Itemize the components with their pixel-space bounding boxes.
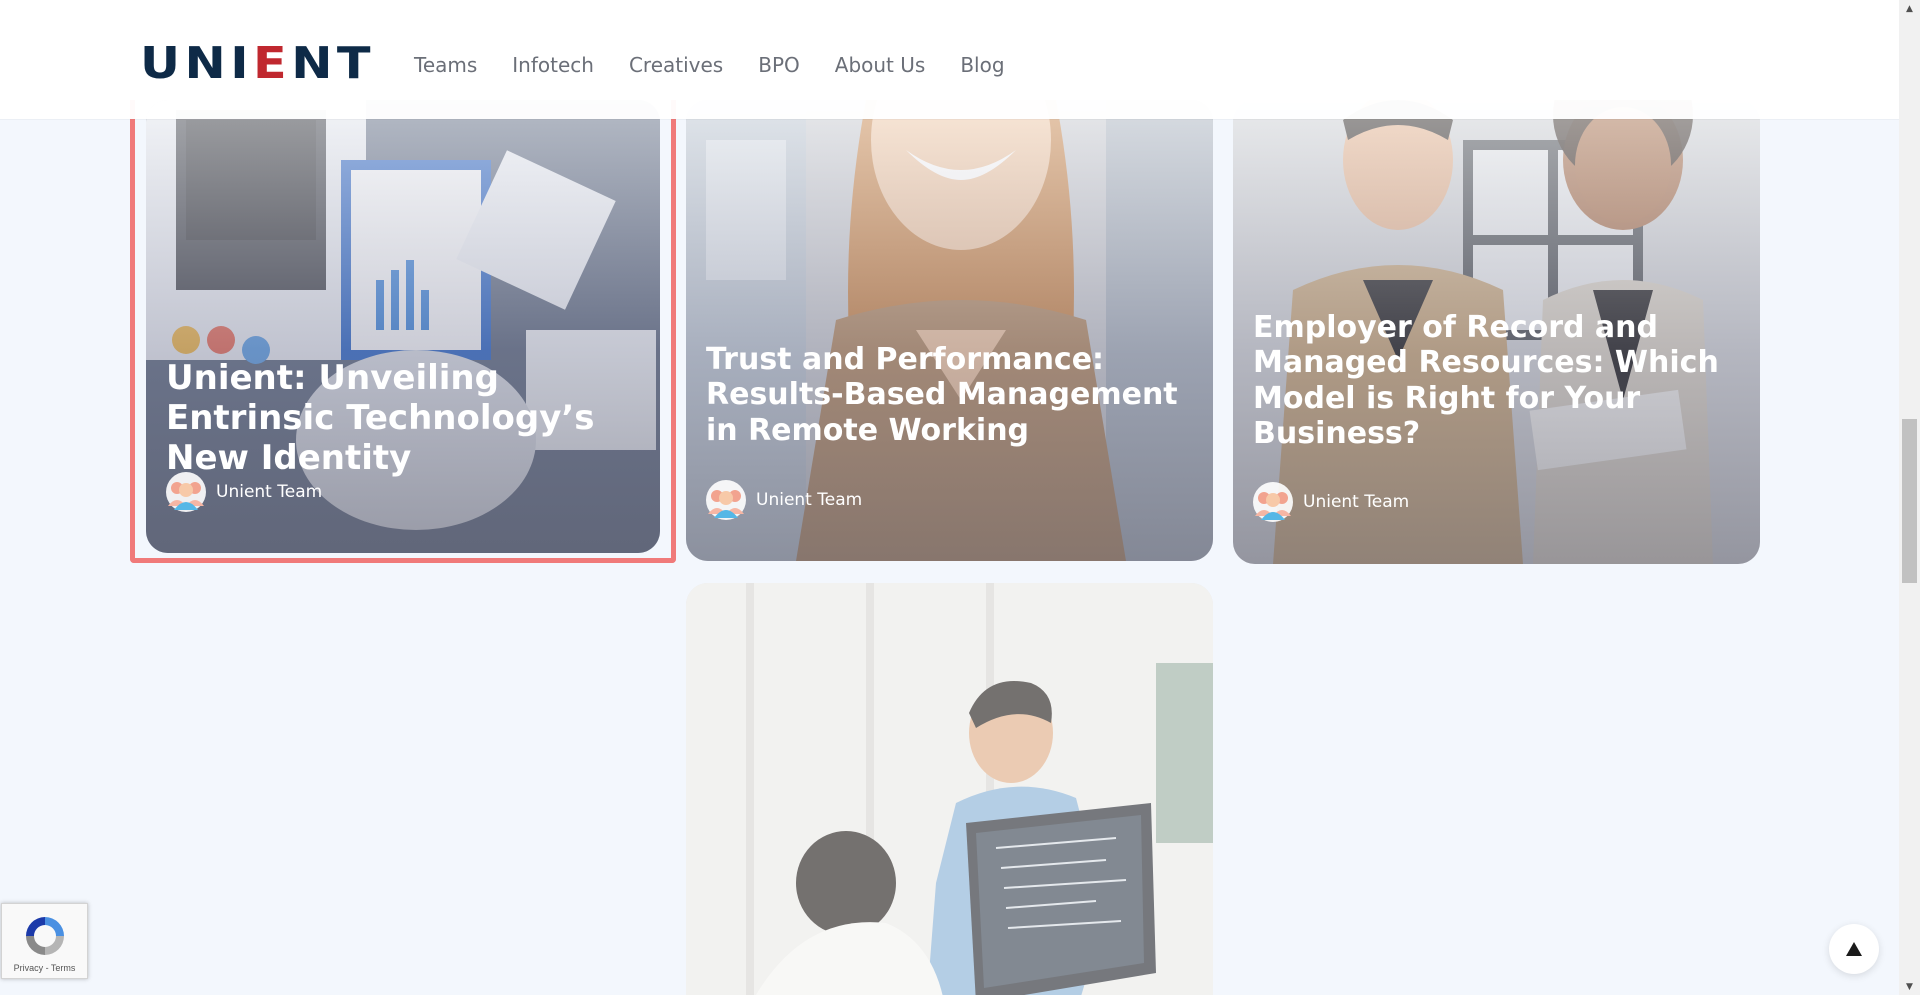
logo-wordmark: UNIENT (140, 38, 376, 89)
post-author: Unient Team (166, 472, 322, 512)
recaptcha-links[interactable]: Privacy - Terms (2, 963, 87, 973)
post-author: Unient Team (706, 480, 862, 520)
nav-item-infotech[interactable]: Infotech (512, 51, 594, 79)
team-avatar-icon (166, 472, 206, 512)
blog-card[interactable]: Employer of Record and Managed Resources… (1233, 100, 1760, 564)
author-name: Unient Team (1303, 492, 1410, 512)
vertical-scrollbar[interactable]: ▲ ▼ (1899, 0, 1920, 995)
nav-item-bpo[interactable]: BPO (758, 51, 800, 79)
scroll-up-arrow-icon[interactable]: ▲ (1899, 0, 1920, 17)
nav-item-about-us[interactable]: About Us (835, 51, 926, 79)
nav-item-blog[interactable]: Blog (960, 51, 1004, 79)
nav-item-teams[interactable]: Teams (414, 51, 477, 79)
blog-card[interactable]: Trust and Performance: Results-Based Man… (686, 100, 1213, 561)
main-nav: Teams Infotech Creatives BPO About Us Bl… (414, 51, 1040, 79)
post-title[interactable]: Unient: Unveiling Entrinsic Technology’s… (166, 358, 642, 478)
unient-logo[interactable]: UNIENT (140, 38, 380, 89)
author-name: Unient Team (216, 482, 323, 502)
team-avatar-icon (706, 480, 746, 520)
team-avatar-icon (1253, 482, 1293, 522)
triangle-up-icon (1846, 942, 1862, 956)
blog-card[interactable]: Unient: Unveiling Entrinsic Technology’s… (146, 100, 660, 553)
post-author: Unient Team (1253, 482, 1409, 522)
scroll-down-arrow-icon[interactable]: ▼ (1899, 978, 1920, 995)
author-name: Unient Team (756, 490, 863, 510)
post-title[interactable]: Employer of Record and Managed Resources… (1253, 310, 1742, 452)
site-header: UNIENT Teams Infotech Creatives BPO Abou… (0, 0, 1899, 119)
blog-card[interactable] (686, 583, 1213, 995)
nav-item-creatives[interactable]: Creatives (629, 51, 723, 79)
back-to-top-button[interactable] (1829, 924, 1879, 974)
scrollbar-thumb[interactable] (1902, 419, 1917, 583)
recaptcha-badge[interactable]: Privacy - Terms (1, 903, 88, 979)
recaptcha-icon (26, 917, 64, 955)
post-title[interactable]: Trust and Performance: Results-Based Man… (706, 342, 1195, 448)
